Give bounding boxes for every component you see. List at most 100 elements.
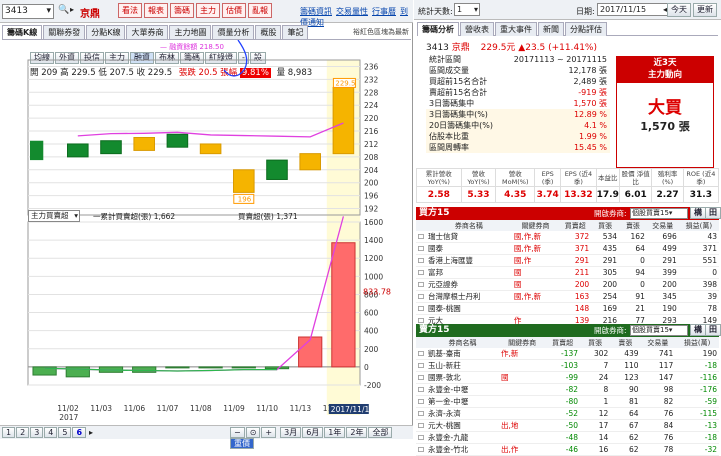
buy-broker-select[interactable]: 個股買賣15▾	[630, 208, 688, 219]
nav-report[interactable]: 報表	[144, 3, 168, 18]
row-checkbox[interactable]: ☐	[416, 243, 426, 255]
broker-row[interactable]: ☐ 台灣摩根士丹利 國,作,新 163 254 91 345 39	[416, 291, 719, 303]
row-checkbox[interactable]: ☐	[416, 255, 426, 267]
tab-events[interactable]: 重大事件	[495, 22, 537, 36]
price-tick-236: 236	[364, 62, 379, 71]
range-button-2[interactable]: 1年	[324, 427, 346, 438]
broker-cell: 123	[624, 373, 639, 382]
tab-revenue[interactable]: 營收表	[460, 22, 494, 36]
broker-row[interactable]: ☐ 凱基-臺南 作,新 -137 302 439 741 190	[416, 348, 719, 360]
next-page-icon[interactable]: ▸	[89, 428, 93, 437]
row-checkbox[interactable]: ☐	[416, 267, 426, 279]
broker-row[interactable]: ☐ 香港上海匯豐 國,作 291 291 0 291 551	[416, 255, 719, 267]
broker-row[interactable]: ☐ 國泰-桃園 148 169 21 190 78	[416, 303, 719, 315]
broker-row[interactable]: ☐ 國泰 國,作,新 371 435 64 499 371	[416, 243, 719, 255]
range-button-5[interactable]: 重價	[230, 438, 254, 449]
nav-main[interactable]: 主力	[196, 3, 220, 18]
nav-chip[interactable]: 籌碼	[170, 3, 194, 18]
row-checkbox[interactable]: ☐	[416, 291, 426, 303]
broker-row[interactable]: ☐ 第一金-中壢 -80 1 81 82 -59	[416, 396, 719, 408]
broker-row[interactable]: ☐ 永豐金-中壢 -82 8 90 98 -176	[416, 384, 719, 396]
row-checkbox[interactable]: ☐	[416, 231, 426, 243]
sell-table-button[interactable]: 田	[705, 324, 721, 336]
sell-broker-select[interactable]: 個股買賣15▾	[630, 325, 688, 336]
trend-result: 大買 1,570 張	[616, 82, 714, 168]
tab-branch-k[interactable]: 分點K線	[86, 25, 126, 39]
link-chip-info[interactable]: 籌碼資訊	[300, 7, 332, 16]
bottom-bar: 1 2 3 4 5 6 ▸ − ⊙ +3月 6月 1年 2年 全部重價	[0, 425, 413, 449]
broker-cell: 291	[662, 256, 677, 265]
row-checkbox[interactable]: ☐	[416, 372, 426, 384]
row-checkbox[interactable]: ☐	[416, 360, 426, 372]
stats-row: 統計區間 20171113 ~ 20171115	[426, 54, 610, 65]
tab-news[interactable]: 新聞	[538, 22, 564, 36]
row-checkbox[interactable]: ☐	[416, 384, 426, 396]
row-checkbox[interactable]: ☐	[416, 432, 426, 444]
broker-row[interactable]: ☐ 永豐金-竹北 出,作 -46 16 62 78 -32	[416, 444, 719, 456]
page-button-1[interactable]: 1	[2, 427, 16, 438]
page-button-3[interactable]: 3	[30, 427, 44, 438]
broker-row[interactable]: ☐ 玉山-新莊 -103 7 110 117 -18	[416, 360, 719, 372]
sell-grid-button[interactable]: 構	[690, 324, 706, 336]
broker-row[interactable]: ☐ 富邦 國 211 305 94 399 0	[416, 267, 719, 279]
broker-row[interactable]: ☐ 元亞證券 國 200 200 0 200 398	[416, 279, 719, 291]
row-checkbox[interactable]: ☐	[416, 396, 426, 408]
range-button-0[interactable]: 3月	[280, 427, 302, 438]
range-button-3[interactable]: 2年	[346, 427, 368, 438]
page-button-5[interactable]: 5	[58, 427, 72, 438]
broker-row[interactable]: ☐ 元大-桃園 出,地 -50 17 67 84 -13	[416, 420, 719, 432]
candle-8	[332, 86, 355, 155]
fin-head: 營收 MoM(%)	[495, 168, 536, 187]
tab-big-broker[interactable]: 大單券商	[126, 25, 169, 39]
broker-cell: 371	[574, 244, 590, 253]
page-button-2[interactable]: 2	[16, 427, 30, 438]
tab-main-map[interactable]: 主力地圖	[169, 25, 212, 39]
row-checkbox[interactable]: ☐	[416, 279, 426, 291]
tab-price-vol[interactable]: 價量分析	[212, 25, 255, 39]
nav-value[interactable]: 估價	[222, 3, 246, 18]
zoom-out-icon[interactable]: −	[230, 427, 245, 438]
buy-table-button[interactable]: 田	[705, 207, 721, 219]
row-checkbox[interactable]: ☐	[416, 420, 426, 432]
page-button-6[interactable]: 6	[72, 427, 87, 438]
link-calendar[interactable]: 行事曆	[372, 7, 396, 16]
row-checkbox[interactable]: ☐	[416, 408, 426, 420]
today-button[interactable]: 今天	[667, 3, 691, 17]
col-head: 買賣超	[552, 338, 574, 347]
days-select[interactable]: 1 ▾	[454, 3, 480, 16]
link-volume[interactable]: 交易量性	[336, 7, 368, 16]
sell-select-label: 開啟券商:	[594, 326, 627, 335]
row-checkbox[interactable]: ☐	[416, 303, 426, 315]
page-button-4[interactable]: 4	[44, 427, 58, 438]
row-checkbox[interactable]: ☐	[416, 348, 426, 360]
tab-concept[interactable]: 概股	[255, 25, 282, 39]
tab-chip-analysis[interactable]: 籌碼分析	[417, 22, 459, 36]
zoom-in-icon[interactable]: +	[261, 427, 277, 438]
row-checkbox[interactable]: ☐	[416, 444, 426, 456]
tab-notes[interactable]: 筆記	[282, 25, 309, 39]
broker-row[interactable]: ☐ 國票-敦北 國 -99 24 123 147 -116	[416, 372, 719, 384]
nav-random[interactable]: 亂報	[248, 3, 272, 18]
zoom-reset-icon[interactable]: ⊙	[245, 427, 261, 438]
broker-row[interactable]: ☐ 瑞士信貸 國,作,新 372 534 162 696 43	[416, 231, 719, 243]
indicator-select[interactable]: 主力買賣超 ▾	[28, 210, 80, 222]
col-head-row: 券商名稱 關鍵券商 買賣超 買張 賣張 交易量 損益(萬)	[416, 220, 719, 231]
next-icon[interactable]: ▸	[70, 5, 74, 14]
tab-branch-eval[interactable]: 分點評估	[565, 22, 607, 36]
nav-view[interactable]: 看法	[118, 3, 142, 18]
date-input[interactable]: 2017/11/15◂▸	[597, 3, 673, 16]
broker-row[interactable]: ☐ 永豐金-九龍 -48 14 62 76 -18	[416, 432, 719, 444]
range-button-1[interactable]: 6月	[302, 427, 324, 438]
search-icon[interactable]: 🔍	[58, 5, 69, 15]
ma-line	[77, 122, 344, 138]
broker-cell: 國,作,新	[513, 244, 542, 253]
refresh-button[interactable]: 更新	[693, 3, 717, 17]
range-button-4[interactable]: 全部	[368, 427, 393, 438]
broker-row[interactable]: ☐ 永濟-永濟 -52 12 64 76 -115	[416, 408, 719, 420]
stock-code-input[interactable]: 3413 ▾	[2, 4, 54, 19]
buy-grid-button[interactable]: 構	[690, 207, 706, 219]
tab-related[interactable]: 關聯券發	[43, 25, 86, 39]
broker-cell	[499, 432, 545, 444]
tab-chip-k[interactable]: 籌碼K線	[2, 25, 43, 39]
broker-cell: 169	[602, 304, 618, 313]
